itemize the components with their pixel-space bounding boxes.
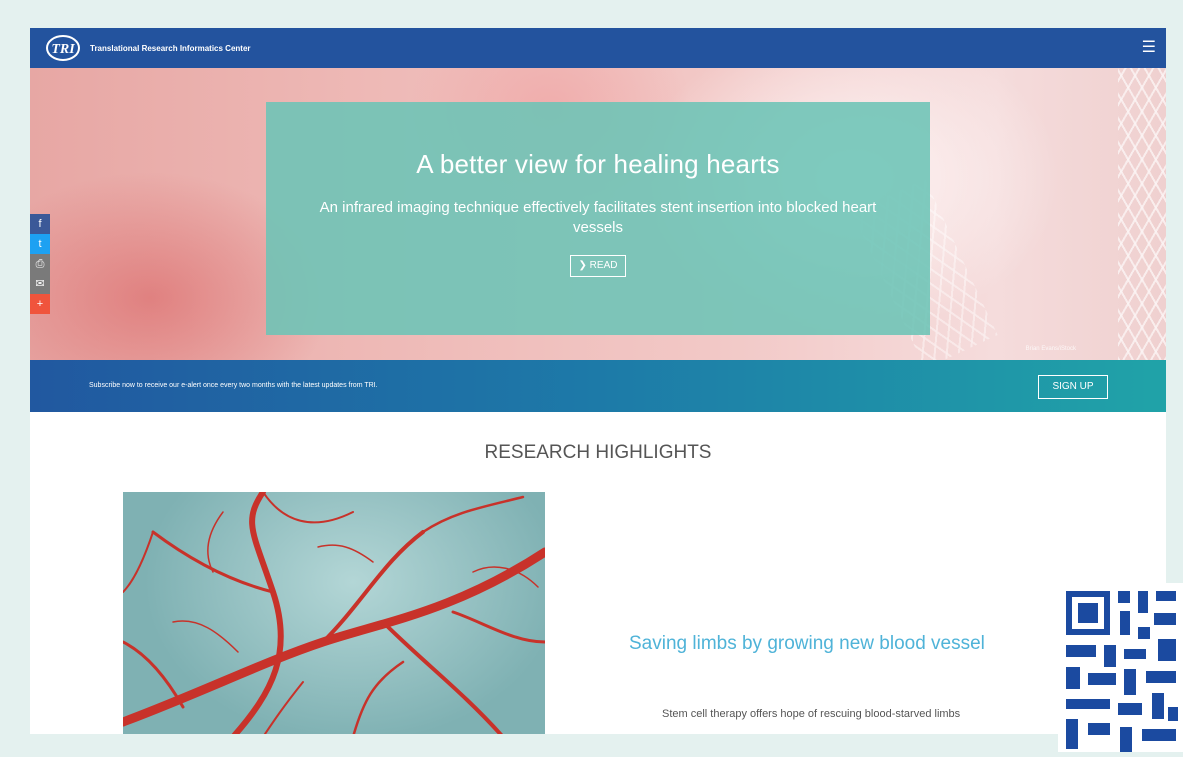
read-button[interactable]: ❯ READ bbox=[569, 255, 627, 277]
qr-code bbox=[1058, 583, 1183, 752]
hero-title: A better view for healing hearts bbox=[416, 149, 780, 179]
subscribe-banner: Subscribe now to receive our e-alert onc… bbox=[30, 360, 1166, 412]
twitter-icon[interactable]: t bbox=[30, 234, 50, 254]
feature-title-link[interactable]: Saving limbs by growing new blood vessel bbox=[629, 633, 985, 655]
tri-logo[interactable]: TRI bbox=[46, 34, 80, 62]
feature-description: Stem cell therapy offers hope of rescuin… bbox=[662, 708, 961, 720]
logo-text: TRI bbox=[51, 42, 75, 57]
facebook-icon[interactable]: f bbox=[30, 214, 50, 234]
subscribe-text: Subscribe now to receive our e-alert onc… bbox=[89, 382, 378, 389]
blood-vessels-image[interactable] bbox=[118, 489, 550, 734]
research-highlights-heading: RESEARCH HIGHLIGHTS bbox=[484, 442, 712, 463]
share-bar: f t ⎙ ✉ + bbox=[30, 214, 50, 314]
hero-subtitle: An infrared imaging technique effectivel… bbox=[319, 199, 877, 236]
stent-image-element bbox=[1118, 68, 1166, 360]
hero-card: A better view for healing hearts An infr… bbox=[266, 102, 930, 335]
more-icon[interactable]: + bbox=[30, 294, 50, 314]
email-icon[interactable]: ✉ bbox=[30, 274, 50, 294]
browser-page: TRI Translational Research Informatics C… bbox=[30, 28, 1166, 734]
hero-banner: A better view for healing hearts An infr… bbox=[30, 68, 1166, 360]
hamburger-menu-icon[interactable]: ☰ bbox=[1142, 38, 1156, 58]
signup-button[interactable]: SIGN UP bbox=[1038, 375, 1108, 399]
top-navbar: TRI Translational Research Informatics C… bbox=[30, 28, 1166, 68]
image-credit: Brian Evans/iStock bbox=[1025, 346, 1076, 352]
print-icon[interactable]: ⎙ bbox=[30, 254, 50, 274]
site-title[interactable]: Translational Research Informatics Cente… bbox=[90, 44, 251, 53]
